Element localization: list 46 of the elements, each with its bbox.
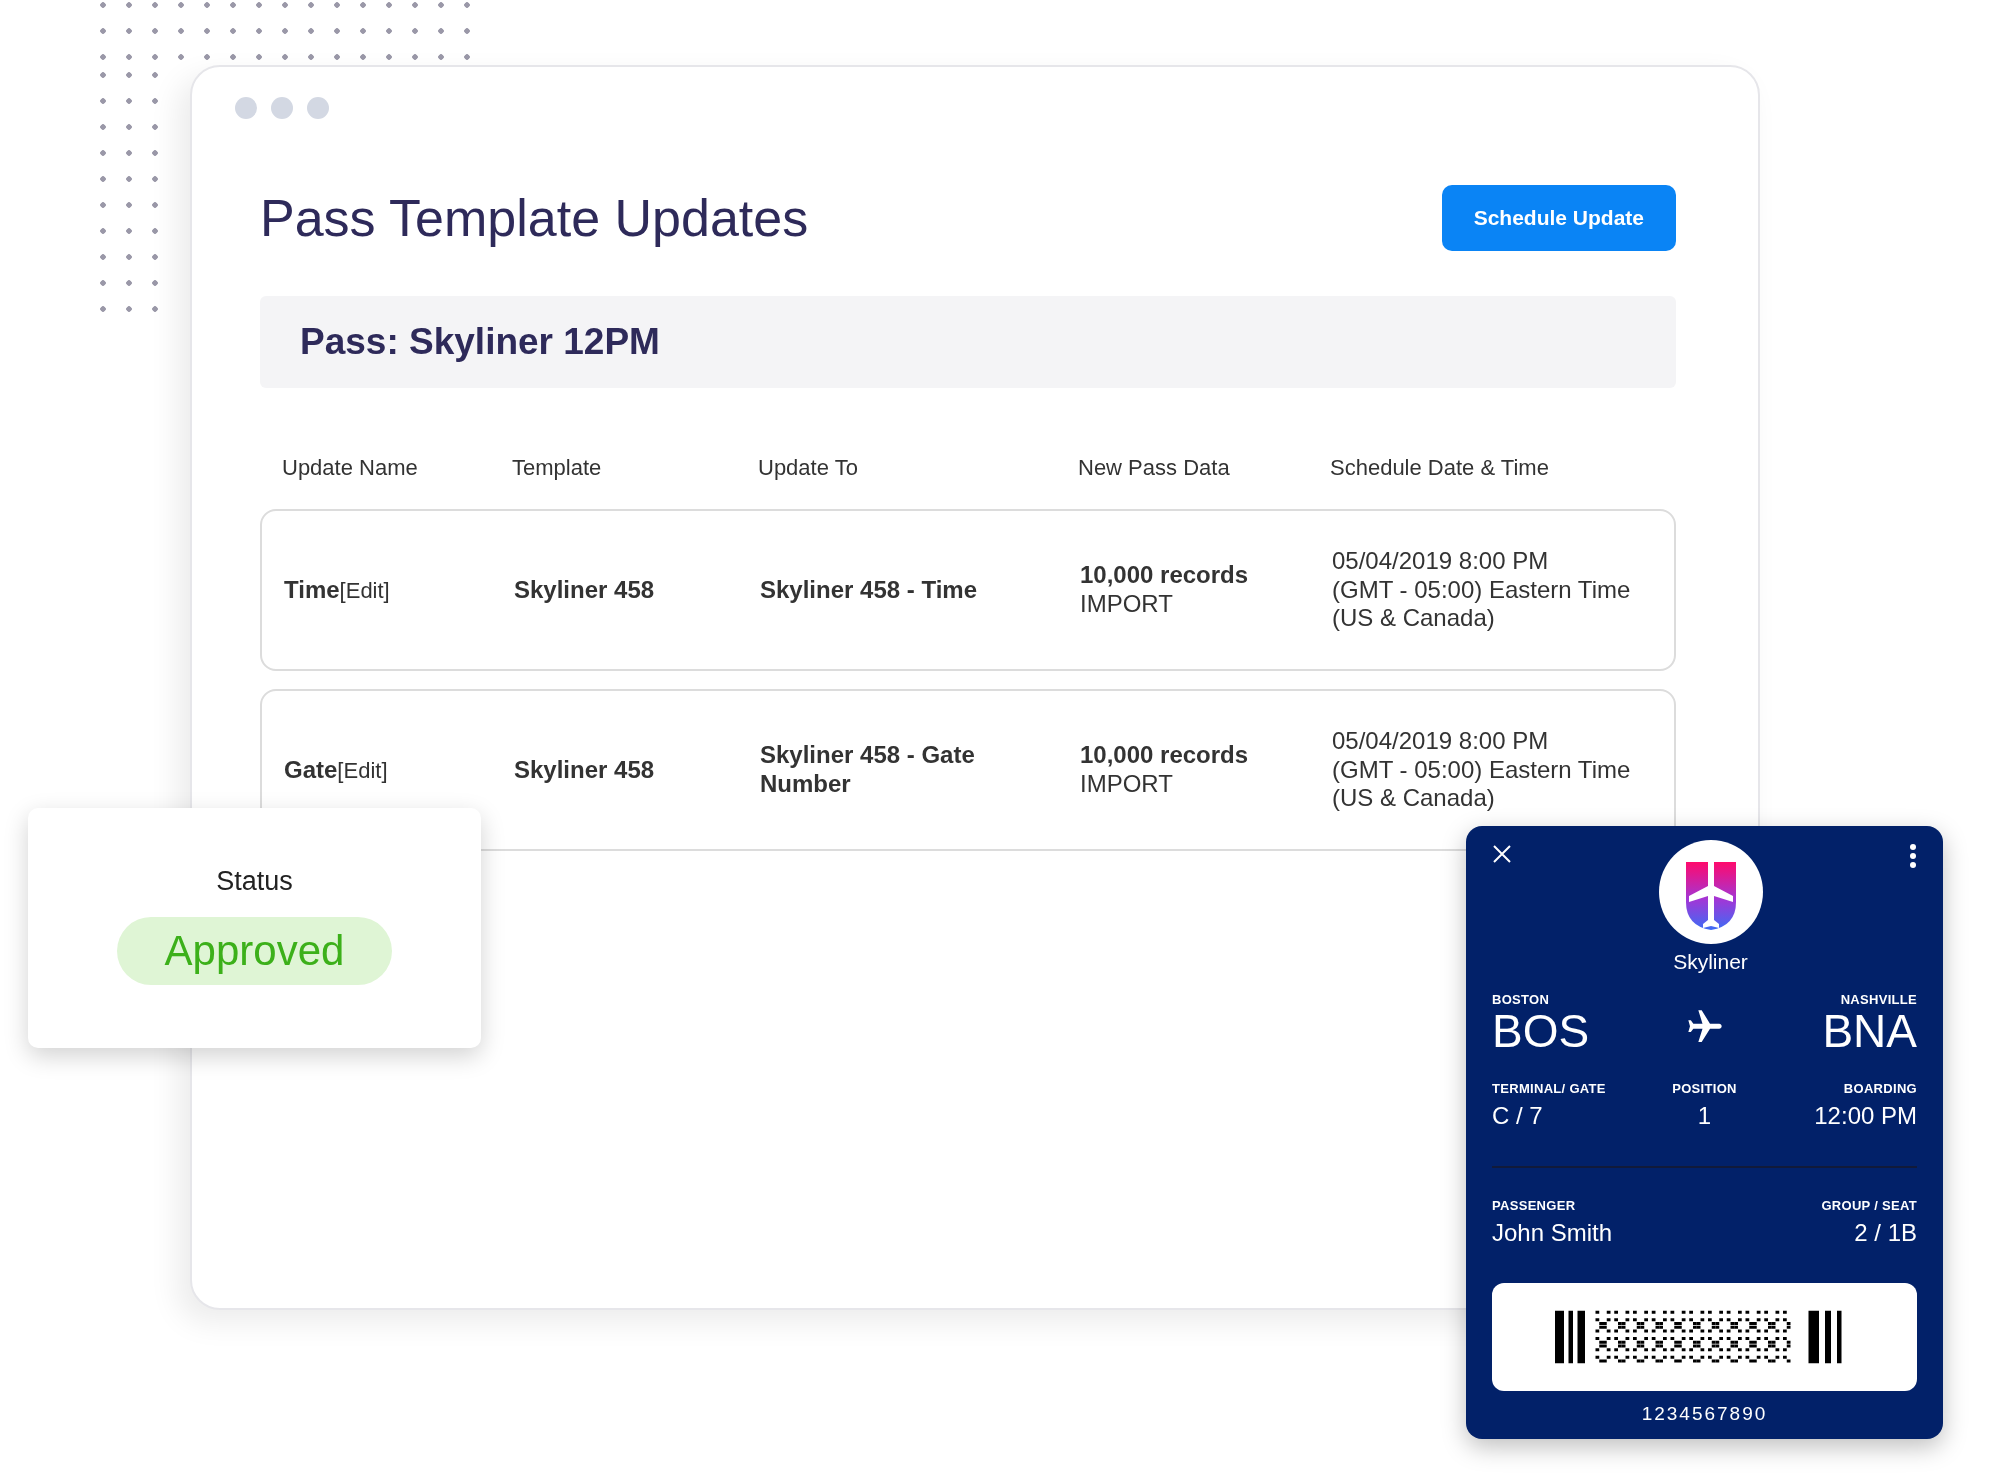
table-cell-text: Skyliner 458 [514,575,656,605]
page-title: Pass Template Updates [260,188,809,248]
destination-code: BNA [1822,1007,1917,1056]
field-label: GROUP / SEAT [1821,1198,1917,1214]
status-badge: Approved [116,917,393,985]
records-source: IMPORT [1080,770,1174,799]
field-value: C / 7 [1492,1102,1544,1131]
window-dot-icon [307,97,329,119]
logo-icon [1658,840,1763,944]
schedule-update-button[interactable]: Schedule Update [1441,185,1676,251]
field-value: 12:00 PM [1814,1102,1917,1131]
field-value: 1 [1696,1102,1713,1131]
close-icon[interactable] [1492,844,1512,864]
field-label: BOARDING [1842,1081,1917,1097]
origin-code: BOS [1492,1007,1591,1056]
column-header: Schedule Date & Time [1330,455,1550,481]
column-header: New Pass Data [1078,455,1231,481]
column-header: Update To [758,455,859,481]
update-name: Gate [284,755,338,783]
table-cell-text: Skyliner 458 [514,755,656,785]
table-cell-text: Skyliner 458 - Gate Number [760,741,976,799]
origin-city: BOSTON [1492,992,1551,1007]
column-header: Template [512,455,603,481]
column-header: Update Name [282,455,419,481]
schedule-text: 05/04/2019 8:00 PM (GMT - 05:00) Eastern Time (US & Canada) [1332,726,1632,814]
destination-city: NASHVILLE [1839,992,1917,1007]
passenger-name: John Smith [1492,1219,1613,1248]
edit-link[interactable]: [Edit] [339,577,390,603]
records-count: 10,000 records [1080,561,1250,590]
field-label: POSITION [1672,1081,1737,1097]
field-label: TERMINAL/ GATE [1492,1081,1607,1097]
status-label: Status [216,866,293,897]
records-count: 10,000 records [1080,741,1250,770]
edit-link[interactable]: [Edit] [337,757,388,783]
records-source: IMPORT [1080,590,1174,619]
airline-name: Skyliner [1673,950,1748,974]
pass-title: Pass: Skyliner 12PM [300,321,660,363]
table-cell-text: Skyliner 458 - Time [760,575,978,605]
schedule-text: 05/04/2019 8:00 PM (GMT - 05:00) Eastern Time (US & Canada) [1332,546,1632,634]
field-value: 2 / 1B [1853,1219,1917,1248]
more-options-icon[interactable] [1909,844,1917,868]
update-name: Time [284,575,340,603]
field-label: PASSENGER [1492,1198,1577,1214]
barcode-number: 1234567890 [1640,1403,1769,1426]
window-dot-icon [235,97,257,119]
window-dot-icon [271,97,293,119]
